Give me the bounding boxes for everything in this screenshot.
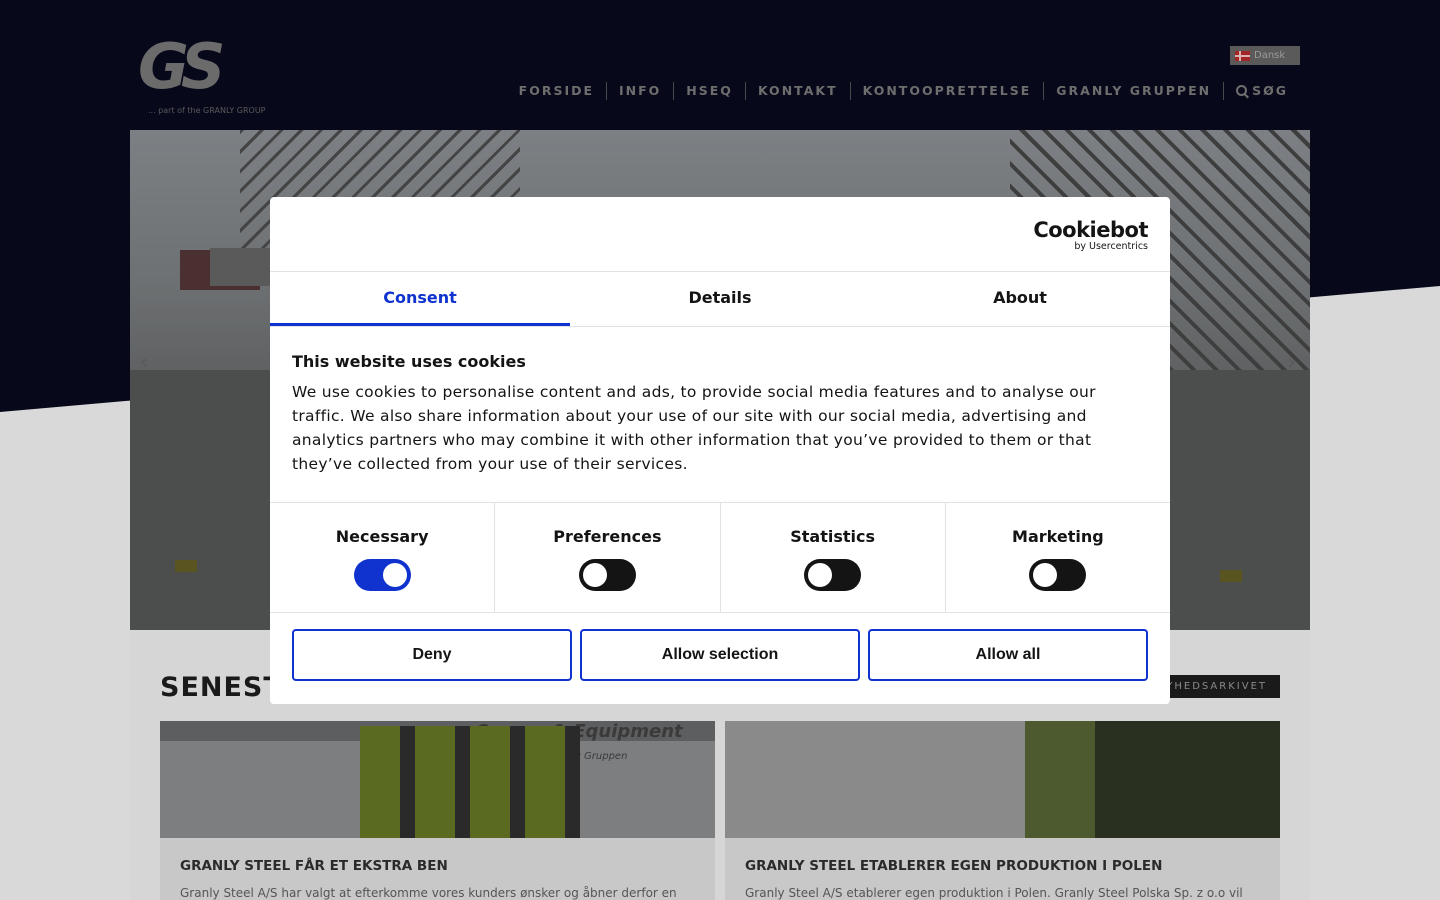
dialog-heading: This website uses cookies: [292, 352, 526, 371]
category-label: Preferences: [553, 527, 662, 546]
category-label: Marketing: [1012, 527, 1104, 546]
allow-all-button[interactable]: Allow all: [868, 629, 1148, 681]
cookie-consent-dialog: Cookiebot by Usercentrics Consent Detail…: [270, 197, 1170, 704]
category-preferences: Preferences: [494, 503, 719, 612]
dialog-buttons: Deny Allow selection Allow all: [270, 613, 1170, 681]
cookie-categories: Necessary Preferences Statistics Marketi…: [270, 502, 1170, 613]
page: GS ... part of the GRANLY GROUP Dansk FO…: [0, 0, 1440, 900]
statistics-toggle[interactable]: [804, 559, 862, 591]
marketing-toggle[interactable]: [1029, 559, 1087, 591]
toggle-knob: [808, 563, 833, 587]
category-marketing: Marketing: [944, 503, 1170, 612]
category-label: Statistics: [790, 527, 875, 546]
dialog-header: Cookiebot by Usercentrics: [270, 197, 1170, 272]
toggle-knob: [1033, 563, 1058, 587]
cookiebot-brand-sub: by Usercentrics: [1074, 241, 1148, 252]
preferences-toggle[interactable]: [578, 559, 636, 591]
dialog-description: We use cookies to personalise content an…: [292, 383, 1096, 473]
toggle-knob: [382, 563, 407, 587]
necessary-toggle[interactable]: [353, 559, 411, 591]
cookiebot-brand: Cookiebot: [1033, 218, 1148, 242]
category-necessary: Necessary: [270, 503, 494, 612]
allow-selection-button[interactable]: Allow selection: [580, 629, 860, 681]
tab-about[interactable]: About: [870, 272, 1170, 326]
cookiebot-logo[interactable]: Cookiebot by Usercentrics: [1033, 219, 1148, 252]
tab-details[interactable]: Details: [570, 272, 870, 326]
dialog-tabs: Consent Details About: [270, 272, 1170, 327]
category-label: Necessary: [335, 527, 429, 546]
tab-consent[interactable]: Consent: [270, 272, 570, 326]
category-statistics: Statistics: [719, 503, 945, 612]
toggle-knob: [582, 563, 607, 587]
dialog-body: This website uses cookies We use cookies…: [270, 327, 1170, 502]
deny-button[interactable]: Deny: [292, 629, 572, 681]
